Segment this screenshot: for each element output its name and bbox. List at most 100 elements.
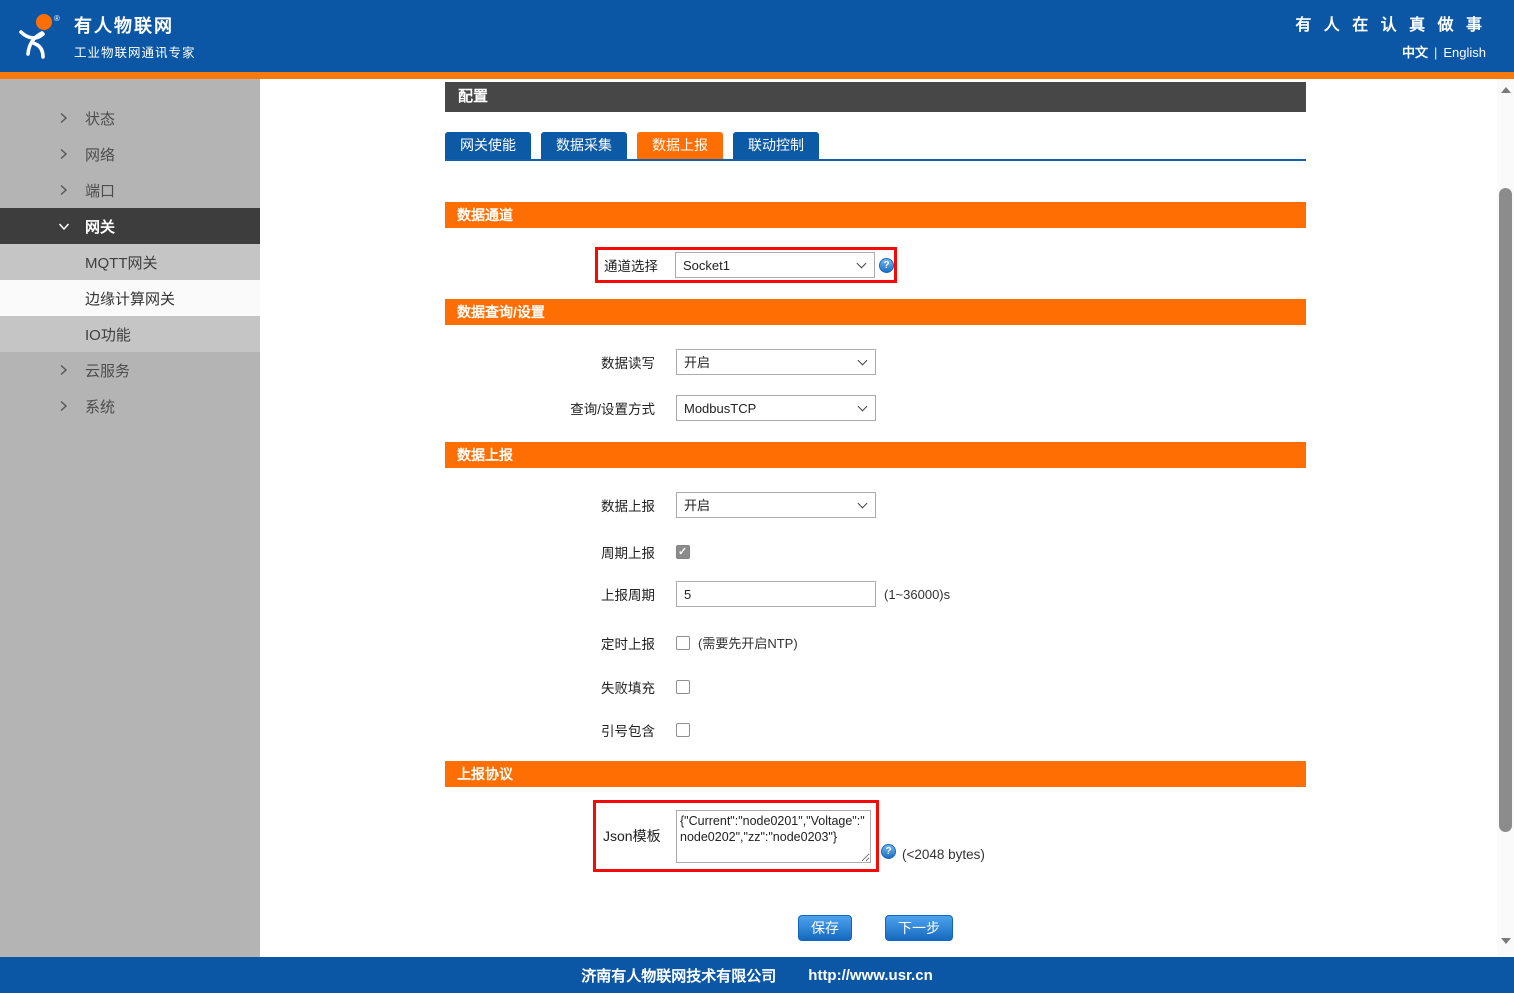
sidebar-item-label: MQTT网关 <box>85 252 158 273</box>
quote-include-row: 引号包含 <box>445 722 1306 737</box>
red-highlight-box: 通道选择 Socket1 ? <box>595 247 897 283</box>
language-switcher: 中文 | English <box>1295 42 1486 61</box>
channel-select-label: 通道选择 <box>604 255 675 275</box>
lang-en-link[interactable]: English <box>1443 45 1486 60</box>
json-template-aside: ? (<2048 bytes) <box>881 844 985 872</box>
top-header: ® 有人物联网 工业物联网通讯专家 有 人 在 认 真 做 事 中文 | Engli… <box>0 0 1514 72</box>
sidebar-item-label: 云服务 <box>85 360 130 381</box>
data-read-write-row: 数据读写 开启 <box>445 349 1306 375</box>
chevron-right-icon <box>58 112 72 124</box>
json-template-label: Json模板 <box>600 826 676 846</box>
report-period-row: 上报周期 (1~36000)s <box>445 581 1306 607</box>
json-template-hint: (<2048 bytes) <box>902 847 985 862</box>
json-template-row: Json模板 {"Current":"node0201","Voltage":"… <box>445 800 1306 872</box>
sidebar-item-io-function[interactable]: IO功能 <box>0 316 260 352</box>
page-footer: 济南有人物联网技术有限公司 http://www.usr.cn <box>0 957 1514 993</box>
triangle-down-icon <box>1501 938 1511 944</box>
sidebar-item-system[interactable]: 系统 <box>0 388 260 424</box>
tab-data-collection[interactable]: 数据采集 <box>541 132 627 159</box>
usr-logo-icon: ® <box>14 12 62 60</box>
button-row: 保存 下一步 <box>445 915 1306 941</box>
sidebar-item-edge-computing-gateway[interactable]: 边缘计算网关 <box>0 280 260 316</box>
sidebar-item-cloud-service[interactable]: 云服务 <box>0 352 260 388</box>
help-icon[interactable]: ? <box>879 258 894 273</box>
periodic-report-row: 周期上报 <box>445 544 1306 559</box>
sidebar-item-network[interactable]: 网络 <box>0 136 260 172</box>
chevron-right-icon <box>58 400 72 412</box>
report-enable-select[interactable]: 开启 <box>676 492 876 518</box>
triangle-up-icon <box>1501 87 1511 93</box>
tab-data-report[interactable]: 数据上报 <box>637 132 723 159</box>
brand-subtitle: 工业物联网通讯专家 <box>74 42 196 61</box>
sidebar-item-label: 边缘计算网关 <box>85 288 175 309</box>
sidebar-nav: 状态 网络 端口 网关 MQTT网关 边缘计算网关 IO功能 云服务 系统 <box>0 79 260 957</box>
timed-report-hint: (需要先开启NTP) <box>698 633 798 652</box>
help-icon[interactable]: ? <box>881 844 896 859</box>
page-title: 配置 <box>445 82 1306 112</box>
section-header-report-protocol: 上报协议 <box>445 761 1306 787</box>
lang-divider: | <box>1434 45 1437 60</box>
timed-report-checkbox[interactable] <box>676 636 690 650</box>
periodic-report-checkbox[interactable] <box>676 545 690 559</box>
report-period-hint: (1~36000)s <box>884 587 950 602</box>
json-template-textarea[interactable]: {"Current":"node0201","Voltage":"node020… <box>676 810 871 863</box>
footer-company: 济南有人物联网技术有限公司 <box>581 965 776 986</box>
brand-title: 有人物联网 <box>74 12 196 38</box>
scroll-down-button[interactable] <box>1497 932 1514 949</box>
sidebar-item-label: IO功能 <box>85 324 131 345</box>
sidebar-item-label: 状态 <box>85 108 115 129</box>
section-header-data-query: 数据查询/设置 <box>445 299 1306 325</box>
fail-fill-row: 失败填充 <box>445 679 1306 694</box>
save-button[interactable]: 保存 <box>798 915 852 941</box>
timed-report-row: 定时上报 (需要先开启NTP) <box>445 635 1306 650</box>
report-period-label: 上报周期 <box>445 584 676 604</box>
section-header-data-report: 数据上报 <box>445 442 1306 468</box>
report-enable-label: 数据上报 <box>445 495 676 515</box>
channel-select[interactable]: Socket1 <box>675 252 875 278</box>
slogan-text: 有 人 在 认 真 做 事 <box>1295 11 1486 35</box>
red-highlight-box: Json模板 {"Current":"node0201","Voltage":"… <box>593 800 879 872</box>
sidebar-item-gateway[interactable]: 网关 <box>0 208 260 244</box>
sidebar-item-label: 端口 <box>85 180 115 201</box>
sidebar-item-label: 网络 <box>85 144 115 165</box>
fail-fill-label: 失败填充 <box>445 677 676 697</box>
vertical-scrollbar[interactable] <box>1497 79 1514 957</box>
tab-linkage-control[interactable]: 联动控制 <box>733 132 819 159</box>
periodic-report-label: 周期上报 <box>445 542 676 562</box>
page: ® 有人物联网 工业物联网通讯专家 有 人 在 认 真 做 事 中文 | Engli… <box>0 0 1514 993</box>
tab-gateway-enable[interactable]: 网关使能 <box>445 132 531 159</box>
quote-include-checkbox[interactable] <box>676 723 690 737</box>
main-content: 配置 网关使能 数据采集 数据上报 联动控制 数据通道 通道选择 Socket1… <box>445 79 1306 941</box>
timed-report-label: 定时上报 <box>445 633 676 653</box>
chevron-right-icon <box>58 364 72 376</box>
query-method-row: 查询/设置方式 ModbusTCP <box>445 395 1306 421</box>
section-header-data-channel: 数据通道 <box>445 202 1306 228</box>
sidebar-item-port[interactable]: 端口 <box>0 172 260 208</box>
chevron-right-icon <box>58 184 72 196</box>
sidebar-item-label: 系统 <box>85 396 115 417</box>
header-right: 有 人 在 认 真 做 事 中文 | English <box>1295 11 1486 61</box>
channel-select-row: 通道选择 Socket1 ? <box>445 247 1306 283</box>
orange-stripe <box>0 72 1514 79</box>
tab-bar: 网关使能 数据采集 数据上报 联动控制 <box>445 132 1306 161</box>
quote-include-label: 引号包含 <box>445 720 676 740</box>
chevron-down-icon <box>58 221 72 232</box>
scrollbar-thumb[interactable] <box>1499 188 1512 832</box>
chevron-right-icon <box>58 148 72 160</box>
query-method-select[interactable]: ModbusTCP <box>676 395 876 421</box>
sidebar-item-status[interactable]: 状态 <box>0 100 260 136</box>
brand-text: 有人物联网 工业物联网通讯专家 <box>74 12 196 61</box>
report-enable-row: 数据上报 开启 <box>445 492 1306 518</box>
footer-url-link[interactable]: http://www.usr.cn <box>808 967 932 984</box>
query-method-label: 查询/设置方式 <box>445 398 676 418</box>
data-read-write-label: 数据读写 <box>445 352 676 372</box>
fail-fill-checkbox[interactable] <box>676 680 690 694</box>
brand: ® 有人物联网 工业物联网通讯专家 <box>14 12 196 61</box>
scroll-up-button[interactable] <box>1497 81 1514 98</box>
report-period-input[interactable] <box>676 581 876 607</box>
lang-zh-link[interactable]: 中文 <box>1402 45 1428 60</box>
data-read-write-select[interactable]: 开启 <box>676 349 876 375</box>
sidebar-item-mqtt-gateway[interactable]: MQTT网关 <box>0 244 260 280</box>
next-button[interactable]: 下一步 <box>885 915 953 941</box>
svg-text:®: ® <box>54 14 60 23</box>
